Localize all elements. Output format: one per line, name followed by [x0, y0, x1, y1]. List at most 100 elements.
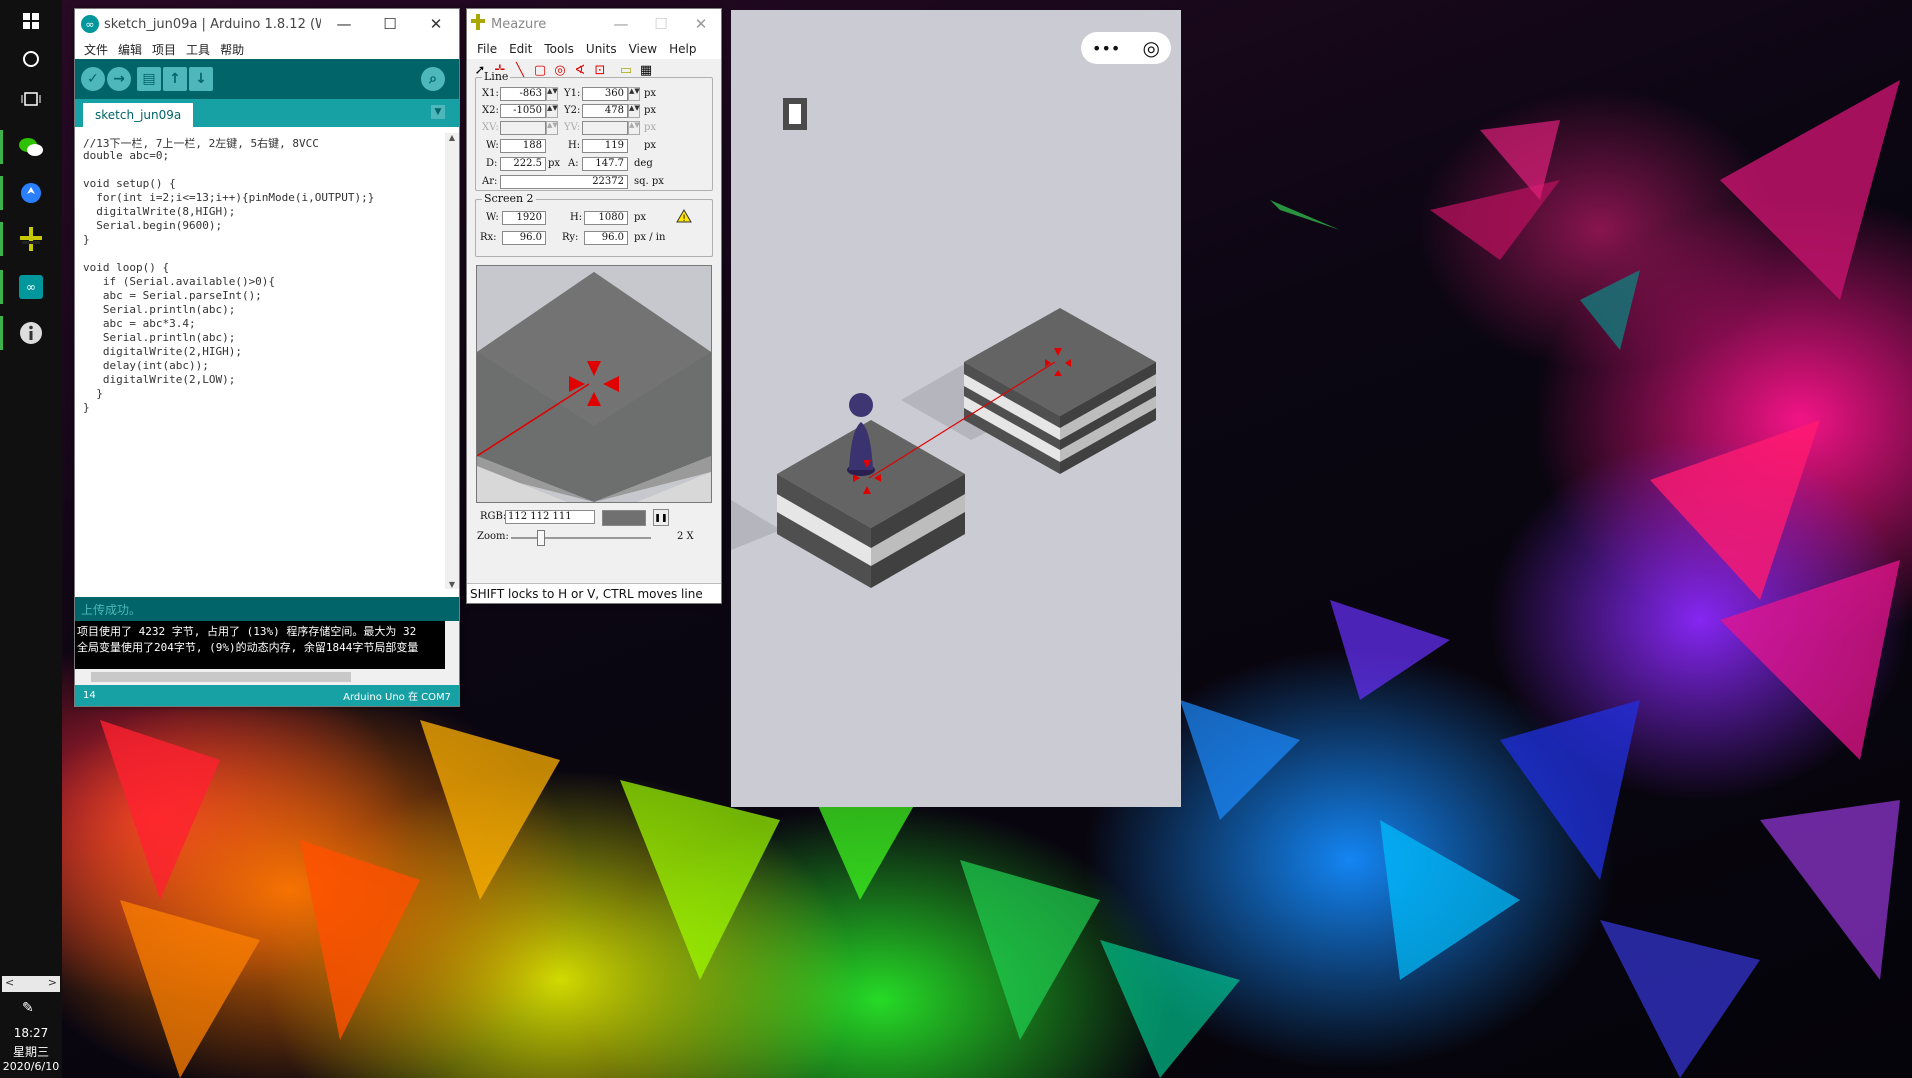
minimize-button[interactable]: —	[321, 15, 367, 33]
code-line: void setup() {	[83, 177, 176, 190]
task-view-icon[interactable]	[14, 82, 48, 116]
menu-help[interactable]: 帮助	[215, 41, 249, 58]
scroll-right-button[interactable]: >	[48, 976, 57, 992]
zoom-slider-thumb[interactable]	[537, 530, 545, 546]
game-window[interactable]: ••• ◎	[731, 10, 1181, 807]
lark-icon[interactable]	[14, 176, 48, 210]
scroll-down-icon[interactable]: ▼	[445, 580, 459, 589]
rectangle-tool-icon[interactable]: ▢	[533, 63, 547, 78]
menu-edit[interactable]: Edit	[503, 42, 538, 56]
angle-tool-icon[interactable]: ∢	[573, 63, 587, 78]
code-editor[interactable]: //13下一栏, 7上一栏, 2左键, 5右键, 8VCC double abc=…	[75, 133, 445, 589]
console-line: 全局变量使用了204字节, (9%)的动态内存, 余留1844字节局部变量	[77, 641, 419, 654]
rgb-field[interactable]: 112 112 111	[505, 510, 595, 524]
arduino-toolbar: ✓ → ▤ ↑ ↓ ⌕	[75, 59, 459, 99]
unit-label: px	[634, 212, 647, 223]
menu-sketch[interactable]: 项目	[147, 41, 181, 58]
code-line: digitalWrite(2,HIGH);	[83, 345, 242, 358]
y1-spinner[interactable]: ▲▼	[628, 87, 640, 101]
menu-file[interactable]: 文件	[79, 41, 113, 58]
taskbar-scroll[interactable]: < >	[2, 976, 60, 992]
x1-spinner[interactable]: ▲▼	[546, 87, 558, 101]
cortana-icon[interactable]	[14, 42, 48, 76]
code-line: if (Serial.available()>0){	[83, 275, 276, 288]
pen-icon[interactable]: ✎	[22, 1000, 34, 1016]
unit-label: px	[548, 158, 561, 169]
menu-edit[interactable]: 编辑	[113, 41, 147, 58]
meazure-title: Meazure	[491, 16, 547, 32]
tab-sketch[interactable]: sketch_jun09a	[83, 103, 194, 127]
menu-file[interactable]: File	[471, 42, 503, 56]
ry-field[interactable]: 96.0	[584, 231, 628, 245]
close-button[interactable]: ✕	[413, 15, 459, 33]
new-sketch-icon[interactable]: ▤	[137, 67, 161, 91]
screen-group-title: Screen 2	[482, 192, 536, 205]
meazure-menubar: File Edit Tools Units View Help	[467, 39, 721, 59]
pause-icon[interactable]: ❚❚	[653, 509, 669, 526]
svg-text:∞: ∞	[26, 280, 36, 294]
code-line: Serial.println(abc);	[83, 303, 236, 316]
menu-units[interactable]: Units	[580, 42, 623, 56]
arduino-titlebar[interactable]: ∞ sketch_jun09a | Arduino 1.8.12 (Win...…	[75, 9, 459, 39]
arduino-icon[interactable]: ∞	[14, 270, 48, 304]
ruler-icon[interactable]: ▭	[619, 63, 633, 78]
arduino-tabs: sketch_jun09a ▼	[75, 99, 459, 127]
scroll-thumb[interactable]	[91, 672, 351, 682]
magnifier-view	[476, 265, 712, 503]
console-output[interactable]: 项目使用了 4232 字节, 占用了 (13%) 程序存储空间。最大为 32 全…	[75, 621, 445, 669]
w-label: W:	[486, 140, 499, 151]
unit-deg-label: deg	[634, 158, 653, 169]
info-icon[interactable]	[14, 316, 48, 350]
wechat-icon[interactable]	[14, 130, 48, 164]
clock-time[interactable]: 18:27	[0, 1026, 62, 1040]
save-sketch-icon[interactable]: ↓	[189, 67, 213, 91]
screen-h-field[interactable]: 1080	[584, 211, 628, 225]
screen-w-field[interactable]: 1920	[502, 211, 546, 225]
arduino-title: sketch_jun09a | Arduino 1.8.12 (Win...	[104, 16, 321, 32]
y2-label: Y2:	[564, 105, 581, 116]
rx-field[interactable]: 96.0	[502, 231, 546, 245]
circle-tool-icon[interactable]: ◎	[553, 63, 567, 78]
screen-group: Screen 2 W: 1920 H: 1080 px ! Rx: 96.0 R…	[475, 192, 713, 257]
console-horizontal-scrollbar[interactable]	[75, 669, 459, 685]
code-line: Serial.begin(9600);	[83, 219, 223, 232]
xv-spinner: ▲▼	[546, 121, 558, 135]
x2-spinner[interactable]: ▲▼	[546, 104, 558, 118]
x2-field[interactable]: -1050	[500, 104, 546, 118]
menu-tools[interactable]: 工具	[181, 41, 215, 58]
verify-icon[interactable]: ✓	[81, 67, 105, 91]
scroll-up-icon[interactable]: ▲	[445, 133, 459, 142]
open-sketch-icon[interactable]: ↑	[163, 67, 187, 91]
console-scrollbar[interactable]	[445, 621, 459, 669]
active-indicator	[0, 130, 3, 164]
editor-vertical-scrollbar[interactable]: ▲ ▼	[445, 133, 459, 589]
menu-tools[interactable]: Tools	[538, 42, 580, 56]
zoom-slider-track[interactable]	[511, 537, 651, 539]
meazure-icon[interactable]	[14, 222, 48, 256]
zoom-label: Zoom:	[477, 531, 509, 542]
menu-help[interactable]: Help	[663, 42, 702, 56]
a-field: 147.7	[582, 157, 628, 171]
upload-icon[interactable]: →	[107, 67, 131, 91]
grid-icon[interactable]: ▦	[639, 63, 653, 78]
code-line: double abc=0;	[83, 149, 170, 162]
color-swatch	[602, 510, 646, 526]
maximize-button[interactable]: ☐	[641, 15, 681, 33]
scroll-left-button[interactable]: <	[5, 976, 14, 992]
windows-icon[interactable]	[14, 4, 48, 38]
window-tool-icon[interactable]: ⊡	[593, 63, 607, 78]
tab-menu-icon[interactable]: ▼	[431, 105, 445, 119]
close-button[interactable]: ✕	[681, 15, 721, 33]
warning-icon[interactable]: !	[676, 208, 692, 227]
x1-field[interactable]: -863	[500, 87, 546, 101]
y2-spinner[interactable]: ▲▼	[628, 104, 640, 118]
d-label: D:	[486, 158, 498, 169]
serial-monitor-icon[interactable]: ⌕	[421, 67, 445, 91]
minimize-button[interactable]: —	[601, 15, 641, 33]
meazure-titlebar[interactable]: Meazure — ☐ ✕	[467, 9, 721, 39]
y2-field[interactable]: 478	[582, 104, 628, 118]
maximize-button[interactable]: ☐	[367, 15, 413, 33]
line-tool-icon[interactable]: ╲	[513, 63, 527, 78]
y1-field[interactable]: 360	[582, 87, 628, 101]
menu-view[interactable]: View	[623, 42, 663, 56]
